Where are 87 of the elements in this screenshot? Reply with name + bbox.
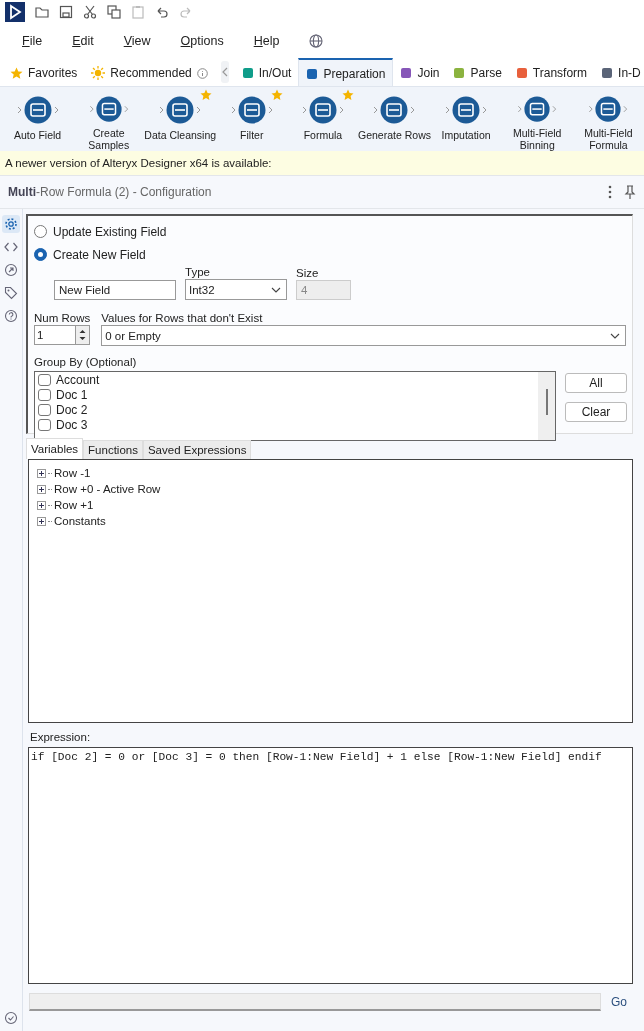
field-label: Size bbox=[296, 267, 320, 279]
checkbox[interactable] bbox=[38, 388, 51, 401]
menu-item[interactable]: Options bbox=[180, 34, 224, 48]
tree-item[interactable]: Row +1 bbox=[54, 499, 94, 511]
menu-item[interactable]: View bbox=[123, 34, 151, 48]
more-icon[interactable] bbox=[608, 185, 612, 199]
expand-icon[interactable] bbox=[37, 468, 46, 478]
expression-label: Expression: bbox=[30, 731, 92, 743]
tool-label: Filter bbox=[240, 129, 264, 141]
tool-label: Create Samples bbox=[88, 127, 130, 151]
category-tab[interactable]: Parse bbox=[446, 58, 509, 86]
expression-tab[interactable]: Variables bbox=[26, 438, 84, 459]
tool-label: Generate Rows bbox=[358, 129, 431, 141]
radio-button[interactable] bbox=[34, 225, 47, 238]
update-banner: A newer version of Alteryx Designer x64 is available: bbox=[0, 151, 644, 176]
checkbox[interactable] bbox=[38, 373, 51, 386]
settings-icon[interactable] bbox=[2, 215, 20, 233]
checkbox-label[interactable]: Account bbox=[56, 372, 100, 387]
expand-icon[interactable] bbox=[37, 484, 46, 494]
panel-title: Multi-Row Formula (2) - Configuration bbox=[8, 185, 213, 199]
expand-icon[interactable] bbox=[37, 516, 46, 526]
category-tab[interactable]: In-D bbox=[594, 58, 644, 86]
tool-label: Data Cleansing bbox=[144, 129, 217, 141]
tool-label: Multi-Field Binning bbox=[513, 127, 562, 151]
category-tab[interactable]: Join bbox=[393, 58, 447, 86]
tool-label: Auto Field bbox=[13, 129, 62, 141]
menu-item[interactable]: File bbox=[22, 34, 43, 48]
folder-icon[interactable] bbox=[35, 5, 49, 19]
globe-icon[interactable] bbox=[309, 34, 324, 48]
save-icon[interactable] bbox=[59, 5, 73, 19]
field-label: Group By (Optional) bbox=[34, 356, 137, 368]
field-label: Num Rows bbox=[34, 312, 91, 324]
expand-icon[interactable] bbox=[37, 500, 46, 510]
arrow-circle-icon[interactable] bbox=[2, 261, 20, 279]
copy-icon[interactable] bbox=[107, 5, 121, 19]
info-icon bbox=[196, 67, 208, 79]
check-circle-icon[interactable] bbox=[2, 1009, 20, 1027]
tool-label: Formula bbox=[303, 129, 343, 141]
checkbox-label[interactable]: Doc 1 bbox=[56, 387, 88, 402]
tree-item[interactable]: Constants bbox=[54, 515, 106, 527]
checkbox[interactable] bbox=[38, 403, 51, 416]
field-label: Type bbox=[185, 266, 211, 278]
tag-icon[interactable] bbox=[2, 284, 20, 302]
back-button[interactable] bbox=[220, 61, 229, 83]
checkbox-label[interactable]: Doc 2 bbox=[56, 402, 88, 417]
chevron-down-icon bbox=[271, 286, 281, 293]
field-label: Values for Rows that don't Exist bbox=[101, 312, 264, 324]
dropdown-value: 0 or Empty bbox=[105, 329, 161, 342]
radio-label[interactable]: Update Existing Field bbox=[53, 224, 167, 239]
category-tab[interactable]: Transform bbox=[508, 58, 595, 86]
menu-item[interactable]: Help bbox=[253, 34, 280, 48]
radio-button[interactable] bbox=[34, 248, 47, 261]
type-dropdown[interactable]: Int32 bbox=[185, 279, 287, 300]
menu-item[interactable]: Edit bbox=[72, 34, 94, 48]
tool-label: Imputation bbox=[441, 129, 491, 141]
expression-editor[interactable]: if [Doc 2] = 0 or [Doc 3] = 0 then [Row-1:New Field] + 1 else [Row-1:New Field] endif bbox=[28, 747, 633, 984]
pin-icon[interactable] bbox=[624, 185, 636, 199]
chevron-down-icon bbox=[610, 332, 620, 339]
num-rows-input[interactable]: 1 bbox=[34, 325, 75, 345]
dropdown-value: Int32 bbox=[189, 283, 215, 296]
help-icon[interactable] bbox=[2, 307, 20, 325]
tree-item[interactable]: Row +0 - Active Row bbox=[54, 483, 161, 495]
chevron-left-icon bbox=[220, 67, 229, 77]
action-button[interactable]: Clear bbox=[565, 402, 627, 422]
category-tab[interactable]: Preparation bbox=[298, 58, 394, 86]
expression-tab[interactable]: Saved Expressions bbox=[142, 440, 252, 459]
tree-item[interactable]: Row -1 bbox=[54, 467, 91, 479]
action-button[interactable]: All bbox=[565, 373, 627, 393]
tool-label: Multi-Field Formula bbox=[584, 127, 633, 151]
category-tab[interactable]: In/Out bbox=[234, 58, 299, 86]
scrollbar[interactable] bbox=[538, 372, 555, 440]
star-icon bbox=[10, 66, 23, 80]
category-tab[interactable]: Recommended bbox=[84, 58, 215, 86]
field-name-input[interactable]: New Field bbox=[54, 280, 176, 300]
go-button[interactable]: Go bbox=[611, 992, 627, 1012]
spinner-arrows-icon[interactable] bbox=[75, 325, 90, 345]
checkbox[interactable] bbox=[38, 418, 51, 431]
app-logo[interactable] bbox=[5, 2, 25, 22]
category-tab[interactable]: Favorites bbox=[0, 58, 85, 86]
missing-rows-dropdown[interactable]: 0 or Empty bbox=[101, 325, 626, 346]
cut-icon[interactable] bbox=[83, 5, 97, 19]
undo-icon[interactable] bbox=[155, 5, 169, 19]
group-by-list[interactable]: Account Doc 1 Doc 2 Doc 3 bbox=[34, 371, 556, 441]
checkbox-label[interactable]: Doc 3 bbox=[56, 417, 88, 432]
radio-label[interactable]: Create New Field bbox=[53, 247, 146, 262]
expression-tab[interactable]: Functions bbox=[83, 440, 143, 459]
sun-icon bbox=[91, 66, 106, 80]
